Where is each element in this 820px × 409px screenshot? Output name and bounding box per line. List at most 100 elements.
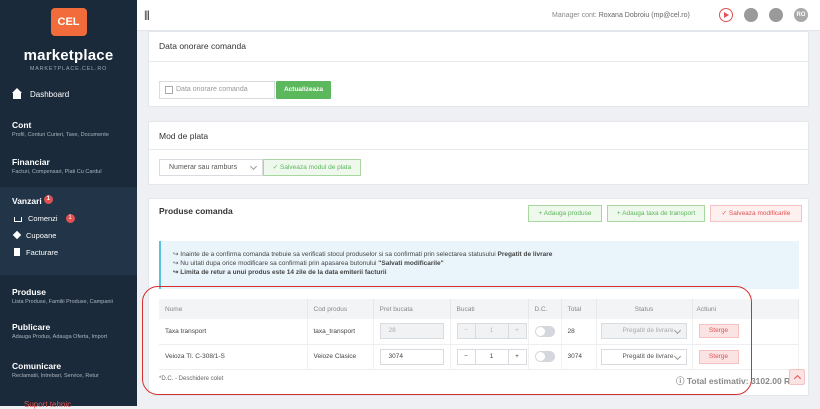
brand-name: marketplace xyxy=(23,47,114,64)
sidebar-section-vanzari[interactable]: Vanzari 1 Comenzi 1 Cupoane Facturare xyxy=(0,187,137,275)
divider xyxy=(149,149,808,150)
home-icon xyxy=(12,88,22,99)
sidebar-item-cupoane[interactable]: Cupoane xyxy=(12,231,137,240)
section-title: Cont xyxy=(12,120,32,130)
col-header: Actiuni xyxy=(692,299,799,319)
brand-url: MARKETPLACE.CEL.RO xyxy=(29,66,108,72)
sidebar-item-facturare[interactable]: Facturare xyxy=(12,248,137,257)
add-transport-tax-button[interactable]: + Adauga taxa de transport xyxy=(607,205,705,222)
section-title: Publicare xyxy=(12,322,51,332)
quantity-stepper[interactable]: −1 + xyxy=(456,348,527,365)
cell-code: taxa_transport xyxy=(307,319,374,345)
status-value: Pregatit de livrare xyxy=(622,352,674,360)
sidebar-section-publicare[interactable]: Publicare Adauga Produs, Adauga Oferta, … xyxy=(0,322,137,340)
save-payment-label: Salveaza modul de plata xyxy=(280,164,352,171)
chevron-down-icon xyxy=(673,327,682,335)
col-header: Nume xyxy=(159,299,308,319)
cell-total: 28 xyxy=(561,319,597,345)
user-icon[interactable] xyxy=(769,8,783,22)
price-input[interactable]: 3074 xyxy=(379,348,444,365)
date-input[interactable]: Data onorare comanda xyxy=(159,81,275,99)
document-icon xyxy=(14,248,20,257)
sidebar-item-label: Cupoane xyxy=(26,230,57,240)
section-subtitle: Facturi, Compensari, Plati Cu Cardul xyxy=(12,169,102,175)
calendar-icon xyxy=(165,86,173,94)
status-select[interactable]: Pregatit de livrare xyxy=(601,323,687,340)
products-table: Nume Cod produs Pret bucata Bucati D.C. … xyxy=(159,299,799,370)
tag-icon xyxy=(12,231,22,240)
scroll-top-button[interactable] xyxy=(789,369,805,385)
col-header: Cod produs xyxy=(307,299,374,319)
quantity-value[interactable]: 1 xyxy=(476,350,508,364)
manager-value: Roxana Dobroiu (mp@cel.ro) xyxy=(598,12,690,19)
info-line: ↪ Inainte de a confirma comanda trebuie … xyxy=(173,251,553,258)
comenzi-badge: 1 xyxy=(65,213,75,223)
chevron-down-icon xyxy=(673,352,682,360)
quantity-stepper[interactable]: −1 + xyxy=(456,323,527,340)
cell-name: Veioza Tl. C-308/1-S xyxy=(159,344,308,370)
table-row: Veioza Tl. C-308/1-S Veioze Clasice 3074… xyxy=(159,344,799,370)
sidebar-section-produse[interactable]: Produse Lista Produse, Familii Produse, … xyxy=(0,287,137,305)
estimated-total-value: Total estimativ: 3102.00 RON xyxy=(686,376,803,386)
cell-total: 3074 xyxy=(561,344,597,370)
sidebar: CEL marketplace MARKETPLACE.CEL.RO Dashb… xyxy=(0,0,137,409)
add-products-button[interactable]: + Adauga produse xyxy=(528,205,602,222)
topbar: ||| Manager cont: Roxana Dobroiu (mp@cel… xyxy=(137,0,820,31)
chevron-down-icon xyxy=(249,162,258,171)
save-payment-button[interactable]: ✓ Salveaza modul de plata xyxy=(263,159,361,176)
col-header: D.C. xyxy=(528,299,562,319)
info-line: ↪ Nu uitati dupa orice modificare sa con… xyxy=(173,260,444,267)
open-package-toggle[interactable] xyxy=(534,325,555,337)
section-title: Financiar xyxy=(12,157,50,167)
open-package-toggle[interactable] xyxy=(534,351,555,362)
legend-note: *D.C. - Deschidere colet xyxy=(159,376,224,382)
plus-button[interactable]: + xyxy=(507,324,526,339)
cell-name: Taxa transport xyxy=(159,319,308,345)
quantity-value[interactable]: 1 xyxy=(476,324,508,338)
status-value: Pregatit de livrare xyxy=(622,327,674,335)
menu-toggle-icon[interactable]: ||| xyxy=(144,10,150,21)
sidebar-section-comunicare[interactable]: Comunicare Reclamatii, Intrebari, Servic… xyxy=(0,361,137,379)
minus-button[interactable]: − xyxy=(458,324,476,339)
price-input[interactable]: 28 xyxy=(379,323,444,340)
logo[interactable]: CEL xyxy=(0,8,137,36)
sidebar-section-financiar[interactable]: Financiar Facturi, Compensari, Plati Cu … xyxy=(0,157,137,175)
vanzari-badge: 1 xyxy=(43,195,53,204)
delete-button[interactable]: Sterge xyxy=(698,324,739,339)
delete-button[interactable]: Sterge xyxy=(698,349,739,364)
add-transport-tax-label: Adauga taxa de transport xyxy=(622,210,696,217)
sidebar-item-comenzi[interactable]: Comenzi 1 xyxy=(12,213,137,223)
save-changes-button[interactable]: ✓ Salveaza modificarile xyxy=(710,205,802,222)
update-date-button[interactable]: Actualizeaza xyxy=(276,81,331,99)
section-title: Comunicare xyxy=(12,361,62,371)
plus-button[interactable]: + xyxy=(507,349,526,364)
info-box: ↪ Inainte de a confirma comanda trebuie … xyxy=(159,241,799,289)
info-line: ↪ Limita de retur a unui produs este 14 … xyxy=(173,269,387,276)
card-produse: Produse comanda + Adauga produse + Adaug… xyxy=(148,198,809,396)
divider xyxy=(149,61,808,62)
sidebar-item-suport[interactable]: Suport tehnic xyxy=(24,400,71,409)
card-title: Data onorare comanda xyxy=(159,41,246,51)
col-header: Status xyxy=(596,299,693,319)
col-header: Bucati xyxy=(450,299,529,319)
globe-icon[interactable] xyxy=(744,8,758,22)
sidebar-item-label: Dashboard xyxy=(30,89,70,99)
date-input-placeholder: Data onorare comanda xyxy=(176,86,248,93)
card-title: Mod de plata xyxy=(159,131,209,141)
status-select[interactable]: Pregatit de livrare xyxy=(601,348,687,365)
section-title: Produse xyxy=(12,287,47,297)
account-manager: Manager cont: Roxana Dobroiu (mp@cel.ro) xyxy=(552,12,690,19)
col-header: Pret bucata xyxy=(373,299,451,319)
add-products-label: Adauga produse xyxy=(543,210,592,217)
avatar[interactable]: RO xyxy=(794,8,808,22)
save-changes-label: Salveaza modificarile xyxy=(728,210,791,217)
sidebar-item-dashboard[interactable]: Dashboard xyxy=(12,88,70,99)
sidebar-section-cont[interactable]: Cont Profil, Conturi Curieri, Taxe, Docu… xyxy=(0,120,137,138)
video-play-icon[interactable] xyxy=(719,8,733,22)
card-data-onorare: Data onorare comanda Data onorare comand… xyxy=(148,31,809,107)
section-subtitle: Reclamatii, Intrebari, Service, Retur xyxy=(12,373,99,379)
minus-button[interactable]: − xyxy=(458,349,476,364)
sidebar-item-label: Comenzi xyxy=(28,213,58,223)
payment-method-value: Numerar sau ramburs xyxy=(169,164,238,171)
payment-method-select[interactable]: Numerar sau ramburs xyxy=(159,159,263,176)
